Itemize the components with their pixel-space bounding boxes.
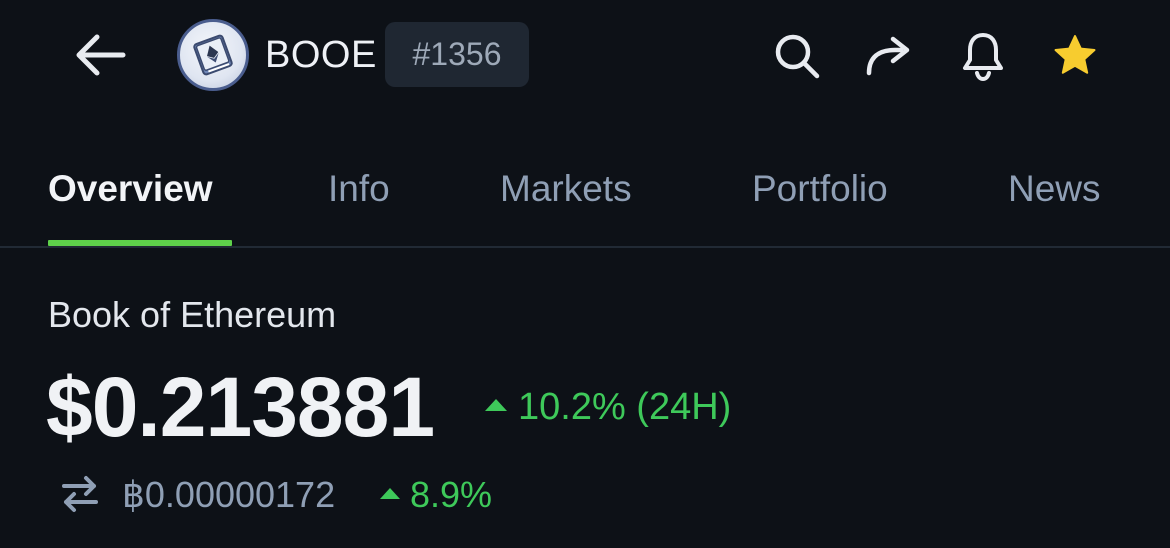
coin-name: Book of Ethereum <box>48 294 337 335</box>
search-icon <box>775 34 820 79</box>
tab-overview[interactable]: Overview <box>48 168 213 210</box>
favorite-button[interactable] <box>1047 28 1103 84</box>
price-change-24h-value: 10.2% (24H) <box>518 386 732 428</box>
tab-bar: Overview Info Markets Portfolio News <box>0 150 1170 248</box>
bell-icon <box>963 33 1003 82</box>
price-change-24h: 10.2% (24H) <box>485 385 731 429</box>
tab-info[interactable]: Info <box>328 168 390 210</box>
tab-news[interactable]: News <box>1008 168 1101 210</box>
coin-logo <box>177 19 249 91</box>
price-change-btc-value: 8.9% <box>410 474 493 515</box>
notifications-button[interactable] <box>955 28 1011 84</box>
currency-toggle-button[interactable] <box>58 472 102 516</box>
rank-badge: #1356 <box>385 22 529 87</box>
share-button[interactable] <box>861 28 917 84</box>
arrow-left-icon <box>76 34 126 76</box>
up-triangle-icon <box>380 487 400 499</box>
rank-label: #1356 <box>412 36 502 72</box>
swap-arrows-icon <box>62 476 98 512</box>
tab-markets[interactable]: Markets <box>500 168 632 210</box>
tab-portfolio[interactable]: Portfolio <box>752 168 888 210</box>
coin-symbol: BOOE <box>265 34 377 76</box>
active-tab-indicator <box>48 240 232 246</box>
top-bar: BOOE #1356 <box>0 0 1170 112</box>
share-icon <box>866 36 910 76</box>
price-change-btc: 8.9% <box>380 475 492 515</box>
star-icon <box>1054 35 1096 74</box>
search-button[interactable] <box>769 28 825 84</box>
price-btc: ฿0.00000172 <box>122 474 336 515</box>
up-triangle-icon <box>485 399 507 411</box>
price-usd: $0.213881 <box>46 360 435 454</box>
coin-detail-screen: BOOE #1356 Overview Info Markets Portfol… <box>0 0 1170 548</box>
book-icon <box>193 34 233 76</box>
back-button[interactable] <box>70 29 130 81</box>
